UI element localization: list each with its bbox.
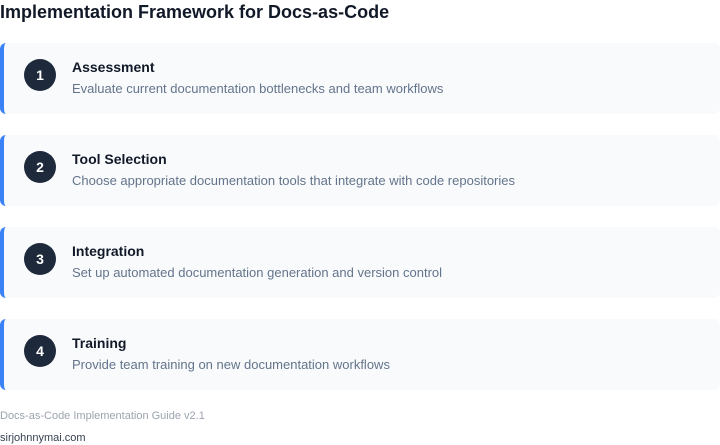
step-number-badge: 4	[24, 335, 56, 367]
page: Implementation Framework for Docs-as-Cod…	[0, 0, 720, 445]
step-card-training: 4 Training Provide team training on new …	[0, 319, 720, 390]
step-title: Training	[72, 335, 127, 351]
step-number-badge: 2	[24, 151, 56, 183]
step-card-tool-selection: 2 Tool Selection Choose appropriate docu…	[0, 135, 720, 206]
step-card-integration: 3 Integration Set up automated documenta…	[0, 227, 720, 298]
step-card-assessment: 1 Assessment Evaluate current documentat…	[0, 43, 720, 114]
step-description: Choose appropriate documentation tools t…	[72, 173, 515, 188]
step-title: Assessment	[72, 59, 155, 75]
steps-list: 1 Assessment Evaluate current documentat…	[0, 43, 720, 411]
step-description: Evaluate current documentation bottlenec…	[72, 81, 444, 96]
step-number-badge: 3	[24, 243, 56, 275]
step-description: Provide team training on new documentati…	[72, 357, 390, 372]
step-description: Set up automated documentation generatio…	[72, 265, 443, 280]
footer-site-link[interactable]: sirjohnnymai.com	[0, 432, 86, 445]
footer-guide-version: Docs-as-Code Implementation Guide v2.1	[0, 410, 205, 422]
step-title: Tool Selection	[72, 151, 167, 167]
step-number-badge: 1	[24, 59, 56, 91]
step-title: Integration	[72, 243, 145, 259]
page-title: Implementation Framework for Docs-as-Cod…	[0, 2, 390, 22]
